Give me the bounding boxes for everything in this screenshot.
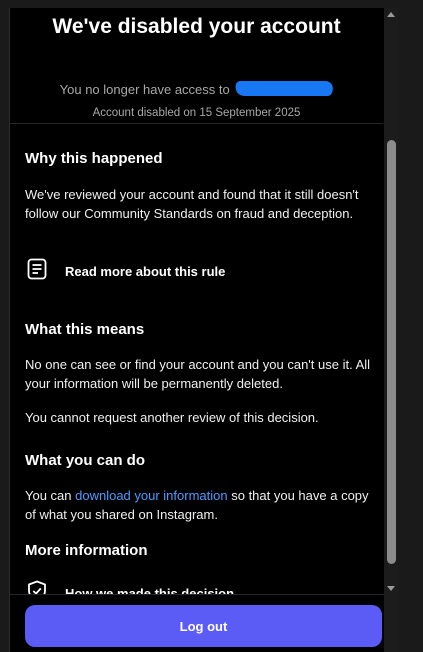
why-heading: Why this happened <box>25 150 163 167</box>
disabled-date: Account disabled on 15 September 2025 <box>92 107 301 119</box>
window-right-strip <box>398 0 423 652</box>
scrollbar-thumb[interactable] <box>387 140 396 564</box>
header: We've disabled your account You no longe… <box>10 8 383 124</box>
more-info-heading: More information <box>25 542 148 559</box>
document-icon <box>25 257 49 286</box>
decision-info-label: How we made this decision <box>65 585 235 595</box>
no-review-text: You cannot request another review of thi… <box>25 410 319 425</box>
download-information-link[interactable]: download your information <box>75 488 227 503</box>
scrollbar[interactable] <box>384 8 398 652</box>
page-title: We've disabled your account <box>52 15 341 38</box>
decision-info-link[interactable]: How we made this decision <box>25 580 234 594</box>
means-heading: What this means <box>25 321 145 338</box>
logout-button[interactable]: Log out <box>25 605 382 647</box>
read-rule-label: Read more about this rule <box>65 263 226 279</box>
footer: Log out <box>10 594 384 652</box>
scroll-down-arrow-icon[interactable] <box>387 586 395 591</box>
means-body: No one can see or find your account and … <box>25 357 371 391</box>
can-do-prefix: You can <box>25 488 76 503</box>
can-do-body: You can download your information so tha… <box>25 487 375 524</box>
window-top-strip <box>0 0 423 8</box>
redacted-username <box>233 81 335 96</box>
access-notice-text: You no longer have access to <box>59 82 230 97</box>
shield-check-icon <box>25 579 49 594</box>
account-disabled-panel: We've disabled your account You no longe… <box>9 8 398 652</box>
read-rule-link[interactable]: Read more about this rule <box>25 258 225 284</box>
why-body: We've reviewed your account and found th… <box>25 187 359 221</box>
scroll-content[interactable]: Why this happened We've reviewed your ac… <box>10 124 383 594</box>
scroll-up-arrow-icon[interactable] <box>387 12 395 17</box>
can-do-heading: What you can do <box>25 452 145 469</box>
access-notice: You no longer have access to <box>10 81 383 97</box>
